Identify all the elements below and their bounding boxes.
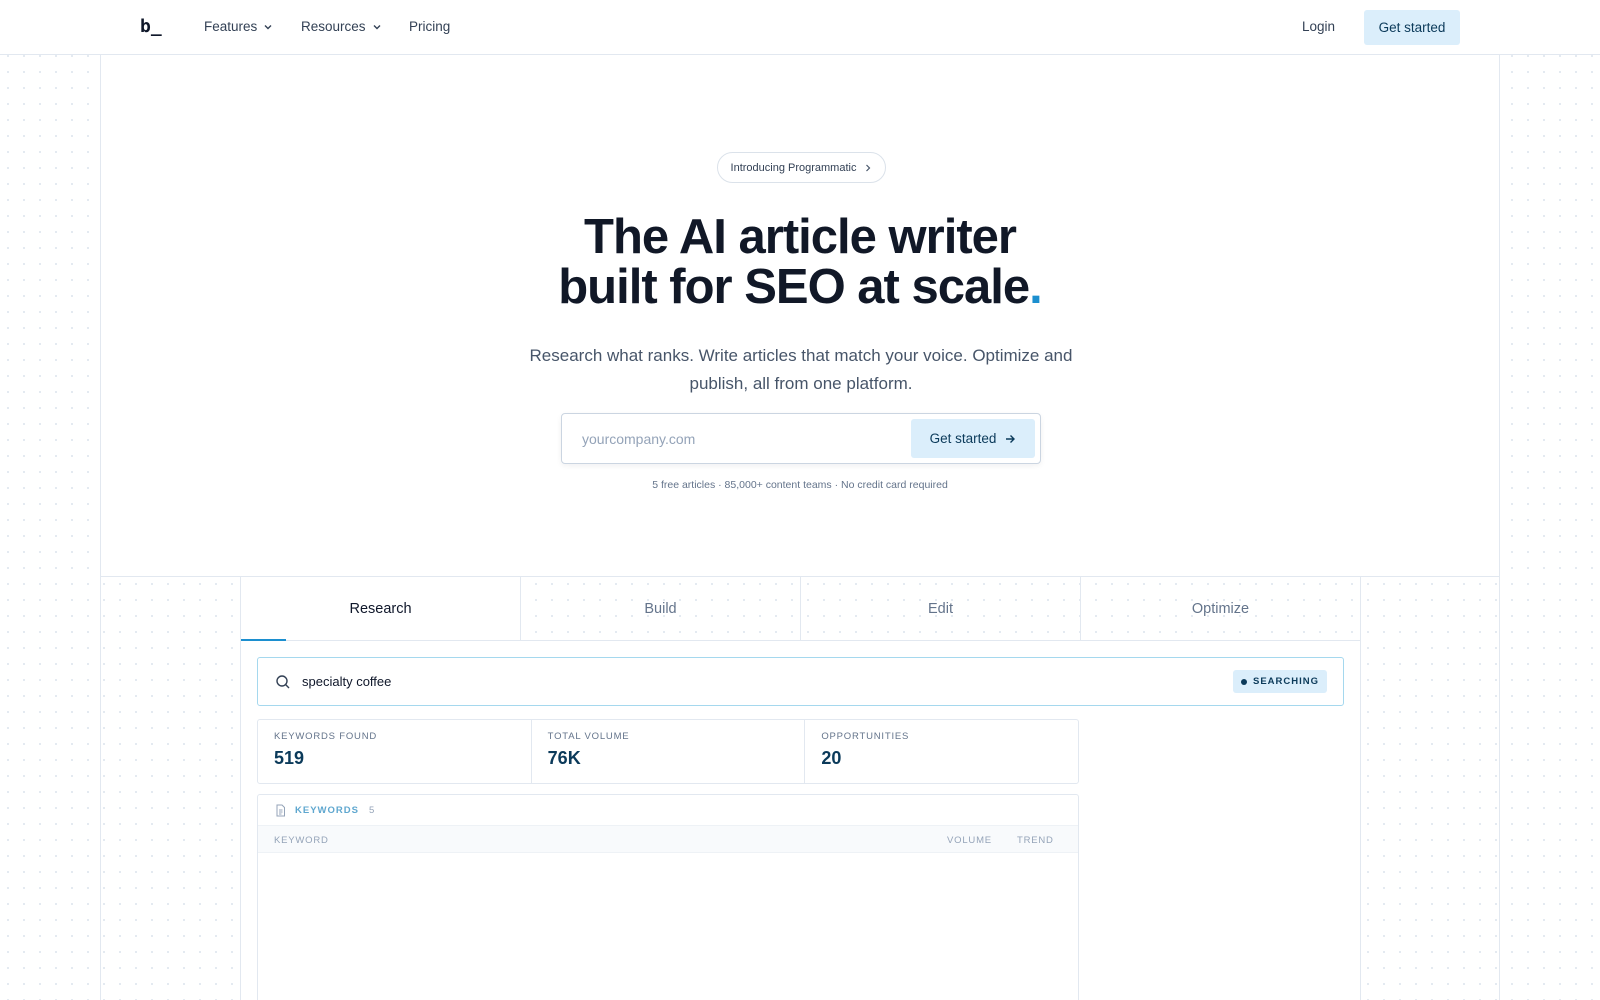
- nav-get-started-button[interactable]: Get started: [1364, 10, 1460, 45]
- hero-headline-line1: The AI article writer: [584, 210, 1017, 264]
- announcement-pill[interactable]: Introducing Programmatic: [717, 152, 886, 183]
- hero-headline-line2: built for SEO at scale.: [101, 262, 1499, 312]
- hero-subheadline: Research what ranks. Write articles that…: [529, 346, 1073, 393]
- status-label: SEARCHING: [1252, 676, 1319, 687]
- keywords-column-headers: KEYWORD VOLUME TREND: [258, 825, 1078, 853]
- column-trend[interactable]: TREND: [1017, 835, 1054, 846]
- tab-build[interactable]: Build: [521, 577, 801, 640]
- keyword-search-bar[interactable]: specialty coffee SEARCHING: [257, 657, 1344, 706]
- announcement-label: Introducing Programmatic: [730, 161, 857, 174]
- chevron-down-icon: [373, 24, 381, 29]
- tab-edit[interactable]: Edit: [801, 577, 1081, 640]
- keywords-count: 5: [368, 804, 375, 816]
- logo[interactable]: b_: [140, 16, 162, 37]
- nav-item-resources[interactable]: Resources: [301, 19, 382, 34]
- stat-keywords-found: KEYWORDS FOUND 519: [258, 720, 532, 783]
- status-dot-icon: [1240, 678, 1247, 685]
- hero-get-started-button[interactable]: Get started: [911, 419, 1035, 458]
- fine-print: 5 free articles · 85,000+ content teams …: [652, 479, 948, 491]
- nav-item-pricing[interactable]: Pricing: [409, 19, 450, 34]
- research-content: specialty coffee SEARCHING KEYWORDS FOUN…: [241, 641, 1360, 1000]
- stat-label: KEYWORDS FOUND: [274, 731, 378, 742]
- stat-total-volume: TOTAL VOLUME 76K: [532, 720, 806, 783]
- stat-value: 519: [274, 748, 305, 768]
- top-nav: b_ Features Resources Pricing Login Get …: [0, 0, 1600, 55]
- column-keyword[interactable]: KEYWORD: [274, 835, 329, 846]
- stats-row: KEYWORDS FOUND 519 TOTAL VOLUME 76K OPPO…: [257, 719, 1079, 784]
- document-icon: [276, 804, 285, 816]
- signup-form: Get started: [561, 413, 1041, 464]
- login-link[interactable]: Login: [1302, 19, 1335, 34]
- chevron-right-icon: [866, 164, 871, 171]
- tab-research[interactable]: Research: [241, 577, 521, 641]
- chevron-down-icon: [264, 24, 272, 29]
- company-url-input[interactable]: [582, 428, 882, 450]
- product-demo-panel: Research Build Edit Optimize specialty c…: [240, 577, 1361, 1000]
- nav-item-label: Features: [204, 19, 258, 34]
- search-icon: [276, 675, 290, 689]
- search-query: specialty coffee: [302, 674, 392, 689]
- headline-text: built for SEO at scale: [558, 260, 1030, 314]
- keywords-header: KEYWORDS 5: [258, 795, 1078, 825]
- stat-value: 20: [821, 748, 842, 768]
- keywords-title: KEYWORDS: [295, 804, 359, 816]
- nav-item-label: Pricing: [409, 19, 451, 34]
- nav-item-label: Resources: [301, 19, 366, 34]
- stat-opportunities: OPPORTUNITIES 20: [805, 720, 1078, 783]
- keywords-table: KEYWORDS 5 KEYWORD VOLUME TREND: [257, 794, 1079, 1000]
- demo-tabs: Research Build Edit Optimize: [241, 577, 1360, 641]
- nav-item-features[interactable]: Features: [204, 19, 273, 34]
- status-badge: SEARCHING: [1232, 670, 1327, 693]
- button-label: Get started: [929, 431, 997, 446]
- arrow-right-icon: [1006, 434, 1016, 443]
- stat-label: OPPORTUNITIES: [821, 731, 910, 742]
- tab-optimize[interactable]: Optimize: [1081, 577, 1360, 640]
- column-volume[interactable]: VOLUME: [947, 835, 992, 846]
- stat-label: TOTAL VOLUME: [547, 731, 630, 742]
- hero-section: Introducing Programmatic The AI article …: [101, 55, 1499, 577]
- headline-accent-dot: .: [1029, 260, 1043, 314]
- stat-value: 76K: [547, 748, 581, 768]
